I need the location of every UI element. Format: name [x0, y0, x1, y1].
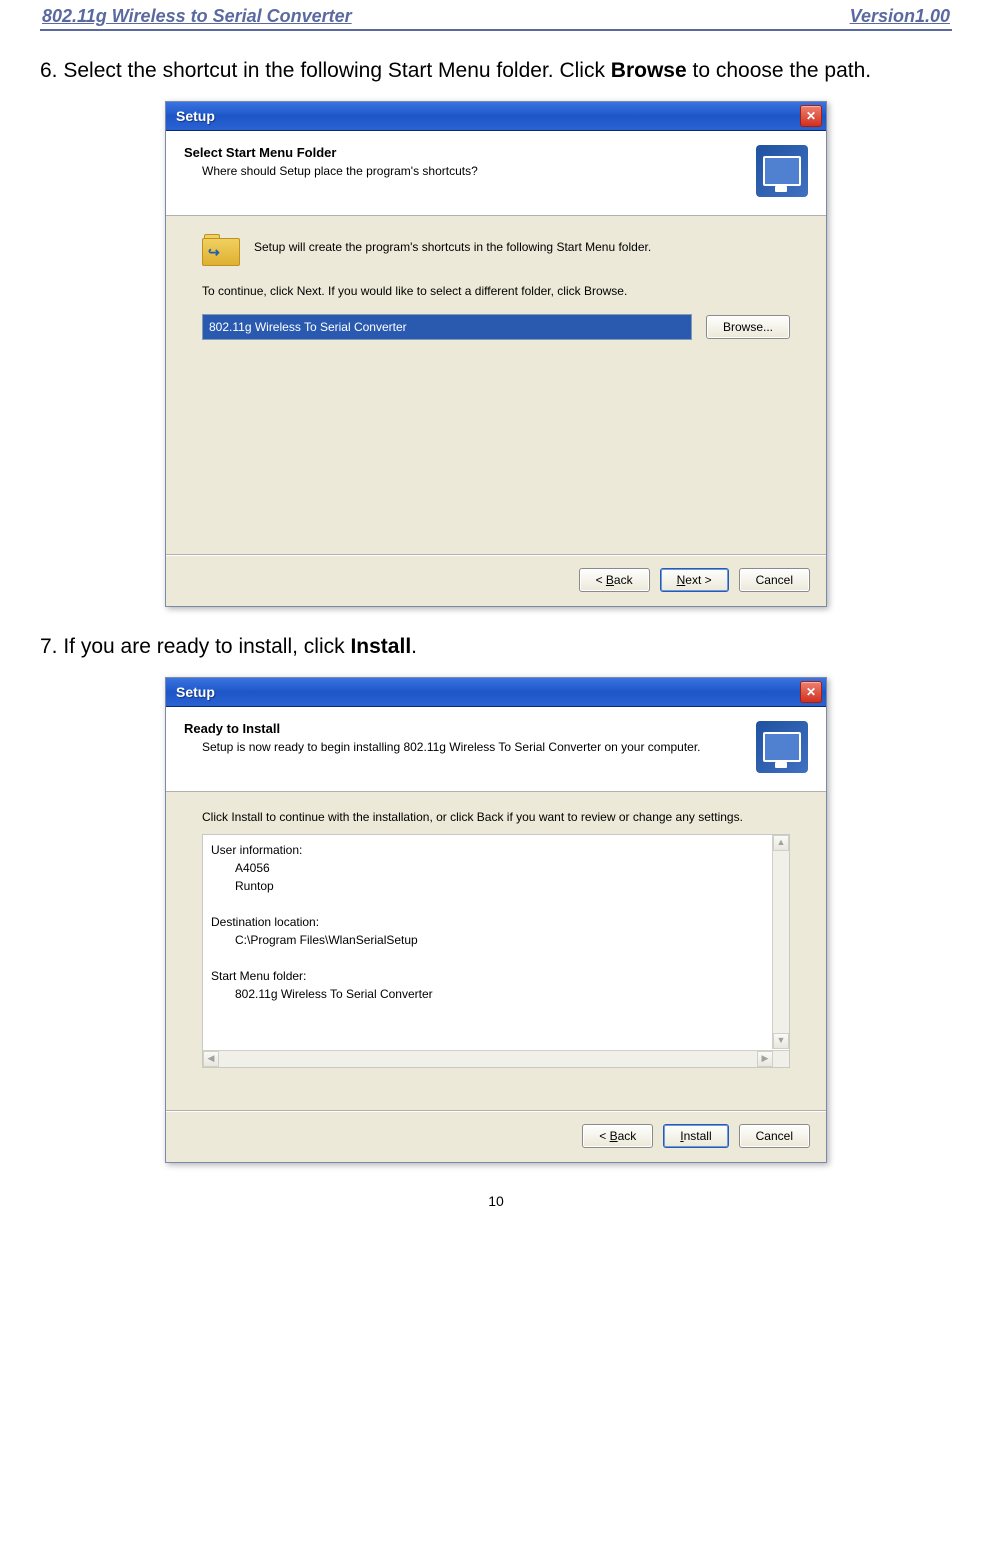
dialog-header-panel: Select Start Menu Folder Where should Se… — [166, 131, 826, 216]
install-button[interactable]: Install — [663, 1124, 728, 1148]
dialog-body: ↪ Setup will create the program's shortc… — [166, 216, 826, 554]
folder-icon: ↪ — [202, 234, 240, 266]
install-instruction: Click Install to continue with the insta… — [202, 810, 790, 824]
scroll-left-icon[interactable]: ◀ — [203, 1051, 219, 1067]
scroll-right-icon[interactable]: ▶ — [757, 1051, 773, 1067]
document-page: 802.11g Wireless to Serial Converter Ver… — [0, 0, 992, 1249]
step-6-suffix: to choose the path. — [687, 59, 871, 82]
shortcut-info-row: ↪ Setup will create the program's shortc… — [202, 234, 790, 266]
dialog-header-panel: Ready to Install Setup is now ready to b… — [166, 707, 826, 792]
shortcut-info-text: Setup will create the program's shortcut… — [254, 234, 651, 254]
installer-icon — [756, 145, 808, 197]
page-number: 10 — [40, 1193, 952, 1209]
scroll-corner — [772, 1050, 789, 1067]
dialog-1-container: Setup ✕ Select Start Menu Folder Where s… — [40, 101, 952, 607]
back-button[interactable]: < Back — [582, 1124, 653, 1148]
wizard-button-row: < Back Next > Cancel — [166, 556, 826, 606]
horizontal-scrollbar[interactable]: ◀ ▶ — [203, 1050, 773, 1067]
user-info-org: Runtop — [211, 877, 781, 895]
setup-dialog-ready-install: Setup ✕ Ready to Install Setup is now re… — [165, 677, 827, 1163]
step-7-prefix: 7. If you are ready to install, click — [40, 635, 350, 658]
next-button[interactable]: Next > — [660, 568, 729, 592]
monitor-icon — [763, 732, 801, 762]
scroll-up-icon[interactable]: ▲ — [773, 835, 789, 851]
back-mnemonic: B — [606, 573, 614, 587]
dialog-body: Click Install to continue with the insta… — [166, 792, 826, 1110]
dialog-header-text: Ready to Install Setup is now ready to b… — [184, 721, 746, 754]
dialog-header-title: Ready to Install — [184, 721, 746, 736]
step-6-text: 6. Select the shortcut in the following … — [40, 59, 952, 83]
startmenu-value: 802.11g Wireless To Serial Converter — [211, 985, 781, 1003]
step-6-bold: Browse — [611, 59, 687, 82]
dialog-header-subtitle: Where should Setup place the program's s… — [184, 164, 746, 178]
close-icon[interactable]: ✕ — [800, 105, 822, 127]
monitor-icon — [763, 156, 801, 186]
header-version: Version1.00 — [850, 6, 950, 27]
user-info-name: A4056 — [211, 859, 781, 877]
close-icon[interactable]: ✕ — [800, 681, 822, 703]
titlebar[interactable]: Setup ✕ — [166, 102, 826, 131]
dialog-title: Setup — [176, 108, 215, 124]
destination-path: C:\Program Files\WlanSerialSetup — [211, 931, 781, 949]
scroll-down-icon[interactable]: ▼ — [773, 1033, 789, 1049]
cancel-button[interactable]: Cancel — [739, 568, 810, 592]
page-header: 802.11g Wireless to Serial Converter Ver… — [40, 0, 952, 31]
back-button[interactable]: < Back — [579, 568, 650, 592]
back-mnemonic: B — [610, 1129, 618, 1143]
setup-dialog-start-menu: Setup ✕ Select Start Menu Folder Where s… — [165, 101, 827, 607]
settings-review-box: User information: A4056 Runtop Destinati… — [202, 834, 790, 1068]
cancel-button[interactable]: Cancel — [739, 1124, 810, 1148]
install-mnemonic: I — [680, 1129, 683, 1143]
titlebar[interactable]: Setup ✕ — [166, 678, 826, 707]
user-info-heading: User information: — [211, 841, 781, 859]
step-7-bold: Install — [350, 635, 411, 658]
step-7-suffix: . — [411, 635, 417, 658]
dialog-2-container: Setup ✕ Ready to Install Setup is now re… — [40, 677, 952, 1163]
step-6-prefix: 6. Select the shortcut in the following … — [40, 59, 611, 82]
start-menu-folder-input[interactable] — [202, 314, 692, 340]
path-input-row: Browse... — [202, 314, 790, 340]
header-product-name: 802.11g Wireless to Serial Converter — [42, 6, 352, 27]
browse-button[interactable]: Browse... — [706, 315, 790, 339]
step-7-text: 7. If you are ready to install, click In… — [40, 635, 952, 659]
installer-icon — [756, 721, 808, 773]
continue-instruction: To continue, click Next. If you would li… — [202, 284, 790, 298]
next-mnemonic: N — [677, 573, 686, 587]
wizard-button-row: < Back Install Cancel — [166, 1112, 826, 1162]
dialog-header-subtitle: Setup is now ready to begin installing 8… — [184, 740, 746, 754]
vertical-scrollbar[interactable]: ▲ ▼ — [772, 835, 789, 1049]
dialog-header-title: Select Start Menu Folder — [184, 145, 746, 160]
dialog-header-text: Select Start Menu Folder Where should Se… — [184, 145, 746, 178]
startmenu-heading: Start Menu folder: — [211, 967, 781, 985]
destination-heading: Destination location: — [211, 913, 781, 931]
dialog-title: Setup — [176, 684, 215, 700]
